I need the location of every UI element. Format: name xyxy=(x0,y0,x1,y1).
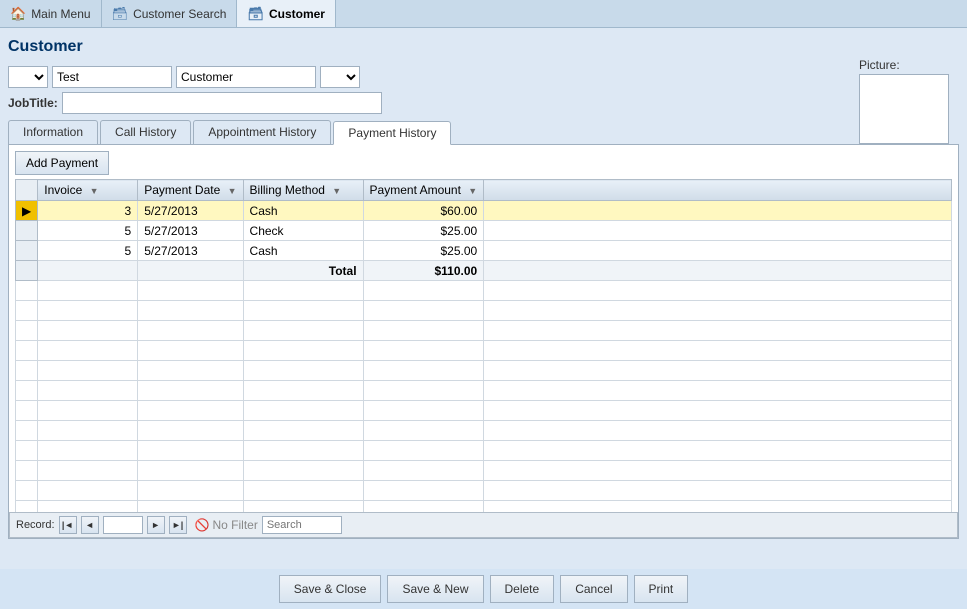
tab-payment-history[interactable]: Payment History xyxy=(333,121,451,145)
delete-button[interactable]: Delete xyxy=(490,575,555,603)
col-amount-header[interactable]: Payment Amount ▼ xyxy=(363,180,484,201)
title-bar: 🏠 Main Menu 🗃 Customer Search 🗃 Customer xyxy=(0,0,967,28)
amount-sort-icon: ▼ xyxy=(468,186,477,196)
col-date-header[interactable]: Payment Date ▼ xyxy=(138,180,243,201)
date-cell: 5/27/2013 xyxy=(138,221,243,241)
invoice-sort-icon: ▼ xyxy=(90,186,99,196)
customer-icon: 🗃 xyxy=(247,6,264,22)
empty-row xyxy=(16,401,952,421)
filter-icon: 🚫 xyxy=(195,518,210,532)
jobtitle-input[interactable] xyxy=(62,92,382,114)
add-payment-button[interactable]: Add Payment xyxy=(15,151,109,175)
record-number-input[interactable] xyxy=(103,516,143,534)
billing-cell: Check xyxy=(243,221,363,241)
customer-search-icon: 🗃 xyxy=(112,6,129,22)
nav-last-button[interactable]: ►| xyxy=(169,516,187,534)
tab-customer[interactable]: 🗃 Customer xyxy=(237,0,336,27)
col-extra-header xyxy=(484,180,952,201)
customer-form-row1: Picture: xyxy=(8,66,959,88)
picture-section: Picture: xyxy=(859,58,949,144)
record-label: Record: xyxy=(16,519,55,531)
tab-call-history[interactable]: Call History xyxy=(100,120,191,144)
extra-cell xyxy=(484,221,952,241)
cancel-button[interactable]: Cancel xyxy=(560,575,627,603)
empty-row xyxy=(16,481,952,501)
empty-row xyxy=(16,461,952,481)
payment-history-panel: Add Payment Invoice ▼ Payment Date ▼ Bil… xyxy=(8,144,959,539)
billing-cell: Cash xyxy=(243,241,363,261)
tab-customer-search[interactable]: 🗃 Customer Search xyxy=(102,0,238,27)
picture-label: Picture: xyxy=(859,58,949,72)
main-menu-icon: 🏠 xyxy=(10,6,26,22)
print-button[interactable]: Print xyxy=(634,575,689,603)
col-invoice-header[interactable]: Invoice ▼ xyxy=(38,180,138,201)
payment-table: Invoice ▼ Payment Date ▼ Billing Method … xyxy=(15,179,952,521)
customer-header: Customer xyxy=(8,34,959,60)
invoice-cell: 5 xyxy=(38,241,138,261)
row-indicator: ▶ xyxy=(16,201,38,221)
picture-frame xyxy=(859,74,949,144)
table-row[interactable]: 5 5/27/2013 Check $25.00 xyxy=(16,221,952,241)
empty-row xyxy=(16,321,952,341)
record-search-input[interactable] xyxy=(262,516,342,534)
main-area: Customer Picture: JobTitle: Information … xyxy=(0,28,967,569)
empty-row xyxy=(16,341,952,361)
total-label-cell2 xyxy=(138,261,243,281)
total-row: Total $110.00 xyxy=(16,261,952,281)
row-indicator xyxy=(16,261,38,281)
billing-cell: Cash xyxy=(243,201,363,221)
name-suffix-dropdown[interactable] xyxy=(320,66,360,88)
invoice-cell: 5 xyxy=(38,221,138,241)
tab-strip: Information Call History Appointment His… xyxy=(8,120,959,144)
first-name-input[interactable] xyxy=(52,66,172,88)
nav-next-button[interactable]: ► xyxy=(147,516,165,534)
empty-row xyxy=(16,301,952,321)
empty-row xyxy=(16,281,952,301)
customer-form-row2: JobTitle: xyxy=(8,92,959,114)
name-prefix-dropdown[interactable] xyxy=(8,66,48,88)
row-indicator xyxy=(16,241,38,261)
empty-row xyxy=(16,441,952,461)
record-navigator: Record: |◄ ◄ ► ►| 🚫 No Filter xyxy=(9,512,958,538)
table-row[interactable]: ▶ 3 5/27/2013 Cash $60.00 xyxy=(16,201,952,221)
date-cell: 5/27/2013 xyxy=(138,201,243,221)
extra-cell xyxy=(484,201,952,221)
nav-first-button[interactable]: |◄ xyxy=(59,516,77,534)
invoice-cell: 3 xyxy=(38,201,138,221)
row-indicator xyxy=(16,221,38,241)
col-indicator-header xyxy=(16,180,38,201)
tab-appointment-history[interactable]: Appointment History xyxy=(193,120,331,144)
date-sort-icon: ▼ xyxy=(228,186,237,196)
save-close-button[interactable]: Save & Close xyxy=(279,575,382,603)
nav-prev-button[interactable]: ◄ xyxy=(81,516,99,534)
empty-row xyxy=(16,361,952,381)
no-filter-indicator: 🚫 No Filter xyxy=(195,518,258,532)
amount-cell: $25.00 xyxy=(363,241,484,261)
empty-row xyxy=(16,421,952,441)
empty-row xyxy=(16,381,952,401)
billing-sort-icon: ▼ xyxy=(332,186,341,196)
date-cell: 5/27/2013 xyxy=(138,241,243,261)
jobtitle-label: JobTitle: xyxy=(8,96,58,110)
total-amount: $110.00 xyxy=(363,261,484,281)
tab-main-menu[interactable]: 🏠 Main Menu xyxy=(0,0,102,27)
extra-cell xyxy=(484,261,952,281)
extra-cell xyxy=(484,241,952,261)
bottom-bar: Save & Close Save & New Delete Cancel Pr… xyxy=(0,569,967,609)
amount-cell: $60.00 xyxy=(363,201,484,221)
last-name-input[interactable] xyxy=(176,66,316,88)
tab-information[interactable]: Information xyxy=(8,120,98,144)
save-new-button[interactable]: Save & New xyxy=(387,575,483,603)
total-label: Total xyxy=(243,261,363,281)
total-label-cell xyxy=(38,261,138,281)
col-billing-header[interactable]: Billing Method ▼ xyxy=(243,180,363,201)
table-row[interactable]: 5 5/27/2013 Cash $25.00 xyxy=(16,241,952,261)
amount-cell: $25.00 xyxy=(363,221,484,241)
page-title: Customer xyxy=(8,34,83,60)
